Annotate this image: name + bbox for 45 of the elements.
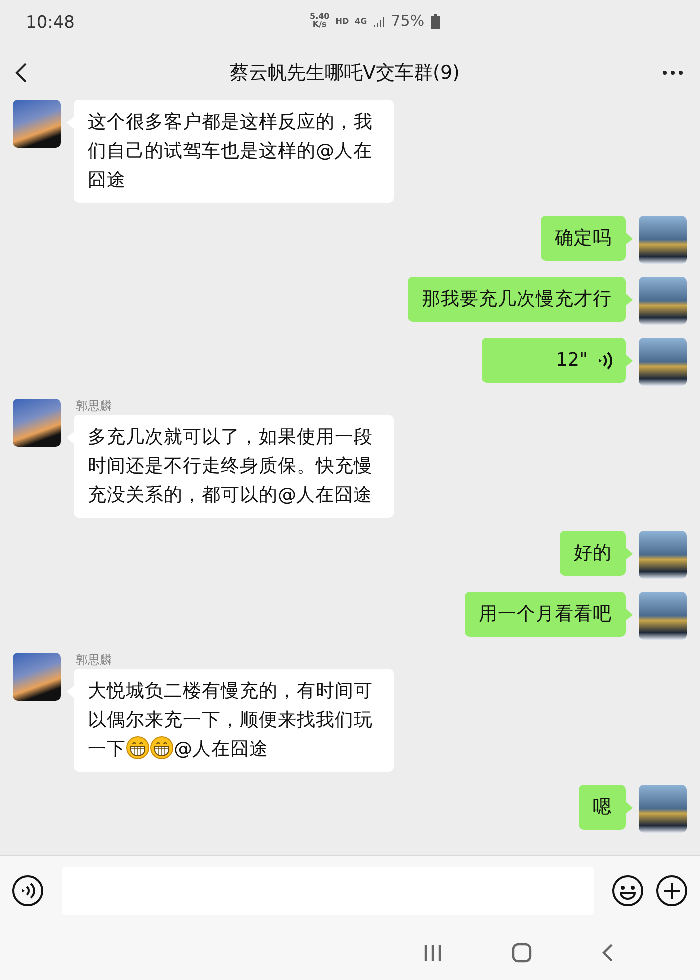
message-bubble: 这个很多客户都是这样反应的，我们自己的试驾车也是这样的@人在囧途 xyxy=(74,100,394,203)
avatar-photo-placeholder[interactable] xyxy=(13,100,61,148)
bubble-tail xyxy=(626,233,633,245)
chat-title: 蔡云帆先生哪吒V交车群(9) xyxy=(230,61,460,86)
home-button[interactable] xyxy=(512,943,532,963)
voice-message[interactable]: 12" xyxy=(482,338,626,383)
avatar-photo-placeholder[interactable] xyxy=(639,531,687,579)
avatar-photo-placeholder[interactable] xyxy=(639,785,687,833)
message-bubble: 大悦城负二楼有慢充的，有时间可以偶尔来充一下，顺便来找我们玩一下 @人在囧途 xyxy=(74,669,394,772)
battery-level: 75% xyxy=(391,12,425,30)
sound-wave-icon xyxy=(596,350,612,370)
recent-apps-button[interactable] xyxy=(424,944,442,962)
back-button[interactable] xyxy=(14,62,28,84)
avatar-photo-placeholder[interactable] xyxy=(639,216,687,264)
nav-back-button[interactable] xyxy=(602,943,614,963)
network-type: 4G xyxy=(355,16,368,26)
signal-icon xyxy=(373,16,386,26)
bubble-tail xyxy=(626,294,633,306)
network-speed: 5.40 K/s xyxy=(310,13,330,29)
plus-button[interactable] xyxy=(656,875,688,907)
grinning-emoji-icon xyxy=(150,736,174,760)
avatar-photo-placeholder[interactable] xyxy=(13,653,61,701)
avatar-photo-placeholder[interactable] xyxy=(13,399,61,447)
sender-name: 郭思麟 xyxy=(75,399,113,413)
status-time: 10:48 xyxy=(26,13,75,33)
message-bubble: 嗯 xyxy=(579,785,626,830)
emoji-button[interactable] xyxy=(612,875,644,907)
sender-name: 郭思麟 xyxy=(75,653,113,667)
battery-icon xyxy=(430,14,440,28)
bubble-tail xyxy=(626,355,633,367)
voice-input-button[interactable] xyxy=(12,875,44,907)
avatar-photo-placeholder[interactable] xyxy=(639,338,687,386)
message-bubble: 好的 xyxy=(560,531,626,576)
avatar-photo-placeholder[interactable] xyxy=(639,592,687,640)
message-bubble: 用一个月看看吧 xyxy=(465,592,626,637)
message-bubble: 那我要充几次慢充才行 xyxy=(408,277,626,322)
grinning-emoji-icon xyxy=(126,736,150,760)
avatar-photo-placeholder[interactable] xyxy=(639,277,687,325)
bubble-tail xyxy=(626,548,633,560)
bubble-tail xyxy=(626,609,633,621)
message-bubble: 多充几次就可以了，如果使用一段时间还是不行走终身质保。快充慢充没关系的，都可以的@人在囧途 xyxy=(74,415,394,518)
more-button[interactable] xyxy=(662,70,684,76)
message-bubble: 确定吗 xyxy=(541,216,626,261)
hd-indicator: HD xyxy=(336,16,350,26)
bubble-tail xyxy=(626,802,633,814)
